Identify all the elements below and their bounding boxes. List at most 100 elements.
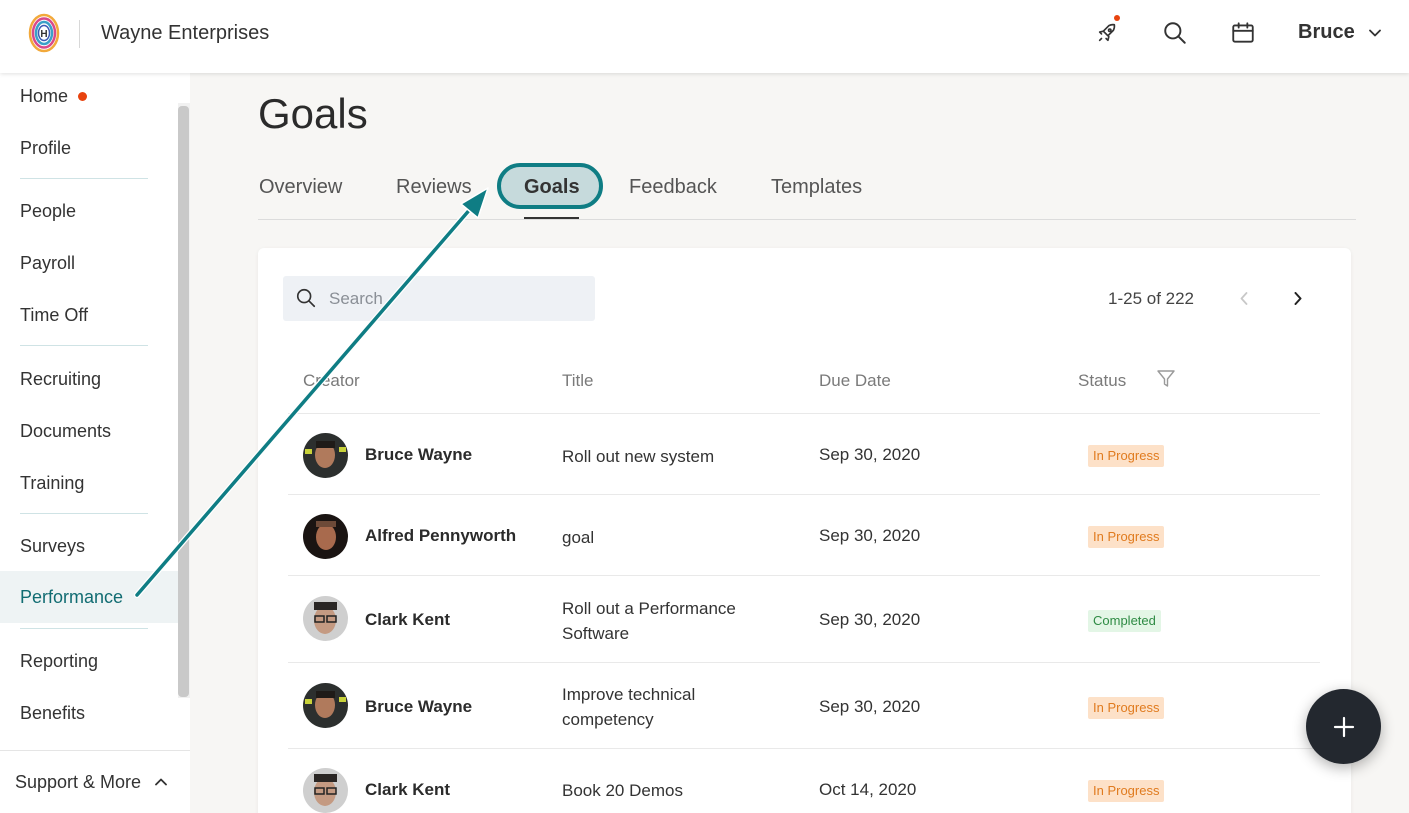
- column-header-title[interactable]: Title: [562, 371, 594, 391]
- tab-reviews[interactable]: Reviews: [396, 176, 472, 199]
- pagination-range: 1-25 of 222: [1108, 289, 1195, 308]
- due-date: Sep 30, 2020: [819, 610, 921, 629]
- chevron-right-icon: [1294, 291, 1302, 305]
- due-date: Sep 30, 2020: [819, 697, 921, 716]
- sidebar: Home Profile People Payroll Time Off Rec…: [0, 73, 190, 813]
- sidebar-divider: [20, 628, 148, 629]
- search-icon: [296, 288, 316, 308]
- sidebar-item-training[interactable]: Training: [0, 457, 178, 509]
- company-logo-icon[interactable]: H: [28, 13, 60, 53]
- status-badge: In Progress: [1088, 445, 1165, 467]
- column-header-creator[interactable]: Creator: [303, 371, 360, 391]
- logo-divider: [79, 20, 80, 48]
- column-header-status[interactable]: Status: [1078, 371, 1126, 391]
- table-row[interactable]: Alfred Pennyworth goal Sep 30, 2020 In P…: [288, 494, 1320, 575]
- sidebar-item-label: Payroll: [20, 252, 76, 273]
- sidebar-item-benefits[interactable]: Benefits: [0, 687, 178, 739]
- avatar: [303, 433, 348, 478]
- sidebar-item-home[interactable]: Home: [0, 70, 178, 122]
- sidebar-item-time-off[interactable]: Time Off: [0, 289, 178, 341]
- sidebar-item-recruiting[interactable]: Recruiting: [0, 353, 178, 405]
- sidebar-item-label: Training: [20, 472, 85, 493]
- user-menu[interactable]: Bruce: [1298, 21, 1381, 44]
- creator-name[interactable]: Bruce Wayne: [365, 697, 472, 717]
- user-name: Bruce: [1298, 21, 1355, 43]
- chevron-left-icon: [1240, 291, 1248, 305]
- creator-name[interactable]: Clark Kent: [365, 780, 450, 800]
- creator-name[interactable]: Clark Kent: [365, 610, 450, 630]
- status-badge: In Progress: [1088, 697, 1165, 719]
- support-more-button[interactable]: Support & More: [0, 750, 190, 813]
- goal-title[interactable]: Roll out a Performance Software: [562, 596, 782, 646]
- creator-name[interactable]: Bruce Wayne: [365, 445, 472, 465]
- goals-card: 1-25 of 222 Creator Title Due Date Statu…: [258, 248, 1351, 813]
- filter-icon[interactable]: [1156, 369, 1176, 389]
- sidebar-item-label: Home: [20, 85, 69, 106]
- status-badge: In Progress: [1088, 526, 1165, 548]
- sidebar-item-label: Surveys: [20, 535, 86, 556]
- sidebar-item-label: Documents: [20, 420, 112, 441]
- chevron-down-icon: [1368, 29, 1381, 36]
- avatar: [303, 514, 348, 559]
- sidebar-item-people[interactable]: People: [0, 185, 178, 237]
- table-row[interactable]: Bruce Wayne Roll out new system Sep 30, …: [288, 413, 1320, 494]
- sidebar-item-payroll[interactable]: Payroll: [0, 237, 178, 289]
- sidebar-item-documents[interactable]: Documents: [0, 405, 178, 457]
- tab-templates[interactable]: Templates: [771, 176, 862, 199]
- status-badge: In Progress: [1088, 780, 1165, 802]
- sidebar-item-label: People: [20, 200, 77, 221]
- sidebar-item-label: Reporting: [20, 650, 99, 671]
- avatar: [303, 596, 348, 641]
- active-tab-underline: [524, 217, 579, 219]
- sidebar-item-label: Recruiting: [20, 368, 102, 389]
- sidebar-item-surveys[interactable]: Surveys: [0, 520, 178, 572]
- table-row[interactable]: Bruce Wayne Improve technical competency…: [288, 662, 1320, 748]
- tab-goals[interactable]: Goals: [524, 176, 580, 199]
- top-bar: H Wayne Enterprises Bruce: [0, 0, 1409, 73]
- sidebar-divider: [20, 345, 148, 346]
- sidebar-item-label: Profile: [20, 137, 72, 158]
- support-label: Support & More: [15, 771, 142, 792]
- goal-title[interactable]: goal: [562, 525, 782, 550]
- goal-title[interactable]: Book 20 Demos: [562, 778, 782, 803]
- prev-page-button[interactable]: [1234, 288, 1254, 308]
- goal-title[interactable]: Improve technical competency: [562, 682, 782, 732]
- tab-overview[interactable]: Overview: [259, 176, 342, 199]
- rocket-icon[interactable]: [1092, 15, 1122, 48]
- sidebar-item-performance[interactable]: Performance: [0, 571, 178, 623]
- notification-dot: [78, 91, 88, 101]
- sidebar-scrollbar-thumb[interactable]: [178, 106, 189, 697]
- add-button[interactable]: [1306, 689, 1381, 764]
- plus-icon: [1333, 716, 1354, 737]
- column-header-due-date[interactable]: Due Date: [819, 371, 891, 391]
- search-icon[interactable]: [1160, 18, 1190, 48]
- search-box[interactable]: [283, 276, 595, 321]
- chevron-up-icon: [155, 778, 167, 786]
- goal-title[interactable]: Roll out new system: [562, 444, 782, 469]
- due-date: Oct 14, 2020: [819, 780, 917, 799]
- sidebar-item-profile[interactable]: Profile: [0, 122, 178, 174]
- avatar: [303, 768, 348, 813]
- sidebar-item-label: Performance: [20, 586, 124, 607]
- logo-letter: H: [40, 29, 47, 40]
- due-date: Sep 30, 2020: [819, 526, 921, 545]
- notification-dot: [1114, 15, 1120, 21]
- avatar: [303, 683, 348, 728]
- due-date: Sep 30, 2020: [819, 445, 921, 464]
- sidebar-divider: [20, 513, 148, 514]
- table-row[interactable]: Clark Kent Roll out a Performance Softwa…: [288, 575, 1320, 662]
- tab-bar: Overview Reviews Goals Feedback Template…: [258, 163, 1356, 220]
- company-name[interactable]: Wayne Enterprises: [101, 22, 269, 45]
- sidebar-divider: [20, 178, 148, 179]
- calendar-icon[interactable]: [1228, 18, 1258, 48]
- tab-feedback[interactable]: Feedback: [629, 176, 717, 199]
- page-title: Goals: [258, 90, 368, 137]
- sidebar-item-label: Benefits: [20, 702, 86, 723]
- table-row[interactable]: Clark Kent Book 20 Demos Oct 14, 2020 In…: [288, 748, 1320, 813]
- search-input[interactable]: [329, 276, 589, 321]
- status-badge: Completed: [1088, 610, 1161, 632]
- next-page-button[interactable]: [1288, 288, 1308, 308]
- creator-name[interactable]: Alfred Pennyworth: [365, 526, 516, 546]
- sidebar-item-reporting[interactable]: Reporting: [0, 635, 178, 687]
- sidebar-item-label: Time Off: [20, 304, 89, 325]
